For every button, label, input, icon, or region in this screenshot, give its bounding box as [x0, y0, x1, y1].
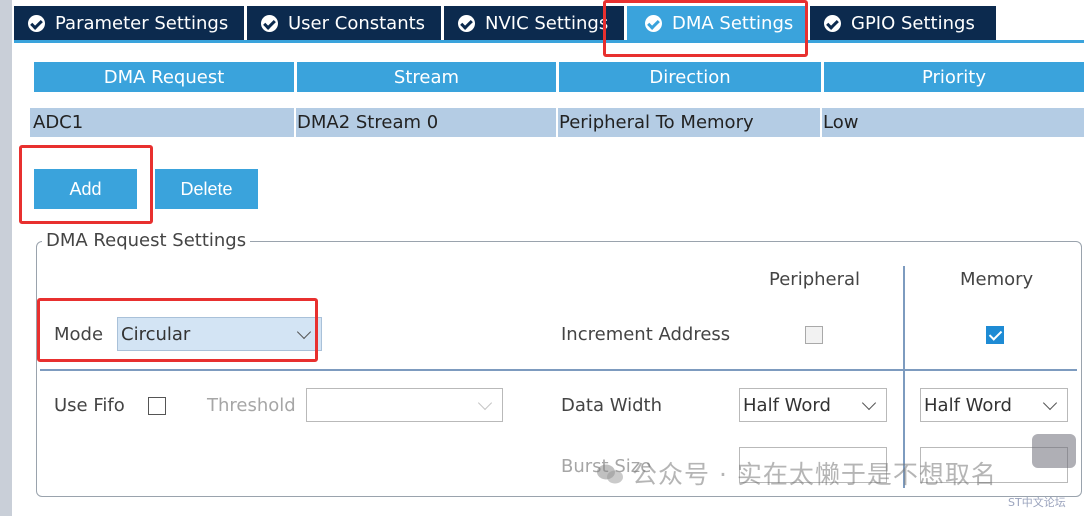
cell-stream: DMA2 Stream 0 — [297, 112, 439, 133]
delete-button[interactable]: Delete — [155, 169, 258, 209]
chat-bubble-icon — [1032, 434, 1076, 468]
check-circle-icon — [28, 14, 45, 32]
divider-horizontal — [40, 369, 1077, 371]
left-panel-edge — [0, 0, 12, 516]
cell-priority: Low — [823, 112, 859, 133]
watermark-subtext: ST中文论坛 — [1008, 496, 1066, 509]
highlight-dma-tab — [603, 0, 808, 57]
tab-underline — [14, 40, 1084, 43]
data-width-label: Data Width — [561, 395, 662, 416]
tab-label: User Constants — [288, 12, 426, 34]
tab-parameter-settings[interactable]: Parameter Settings — [14, 6, 244, 40]
peripheral-column-label: Peripheral — [769, 269, 861, 290]
highlight-mode — [37, 298, 318, 362]
peripheral-data-width-select[interactable]: Half Word — [739, 388, 887, 422]
chevron-down-icon — [1042, 395, 1058, 411]
memory-column-label: Memory — [960, 269, 1034, 290]
memory-data-width-select[interactable]: Half Word — [920, 388, 1068, 422]
tab-user-constants[interactable]: User Constants — [247, 6, 441, 40]
column-header-direction[interactable]: Direction — [559, 62, 821, 92]
chevron-down-icon — [477, 395, 493, 411]
cell-direction: Peripheral To Memory — [559, 112, 754, 133]
use-fifo-checkbox[interactable] — [148, 397, 166, 415]
highlight-add-button — [19, 145, 153, 224]
tab-label: NVIC Settings — [485, 12, 609, 34]
peripheral-data-width-value: Half Word — [743, 394, 831, 416]
tab-nvic-settings[interactable]: NVIC Settings — [444, 6, 624, 40]
column-header-stream[interactable]: Stream — [297, 62, 556, 92]
peripheral-increment-checkbox[interactable] — [805, 326, 823, 344]
check-circle-icon — [824, 14, 841, 32]
use-fifo-label: Use Fifo — [54, 395, 125, 416]
threshold-label: Threshold — [207, 395, 296, 416]
tab-gpio-settings[interactable]: GPIO Settings — [810, 6, 996, 40]
watermark-text: 公众号 · 实在太懒于是不想取名 — [632, 460, 997, 489]
memory-increment-checkbox[interactable] — [986, 326, 1004, 344]
wechat-icon — [597, 464, 623, 484]
check-circle-icon — [261, 14, 278, 32]
threshold-select[interactable] — [306, 388, 503, 422]
increment-address-label: Increment Address — [561, 324, 731, 345]
tab-label: GPIO Settings — [851, 12, 975, 34]
check-circle-icon — [458, 14, 475, 32]
tab-label: Parameter Settings — [55, 12, 229, 34]
chevron-down-icon — [861, 395, 877, 411]
group-title: DMA Request Settings — [42, 230, 251, 251]
column-header-priority[interactable]: Priority — [824, 62, 1084, 92]
column-header-dma-request[interactable]: DMA Request — [34, 62, 294, 92]
cell-dma-request: ADC1 — [33, 112, 84, 133]
memory-data-width-value: Half Word — [924, 394, 1012, 416]
